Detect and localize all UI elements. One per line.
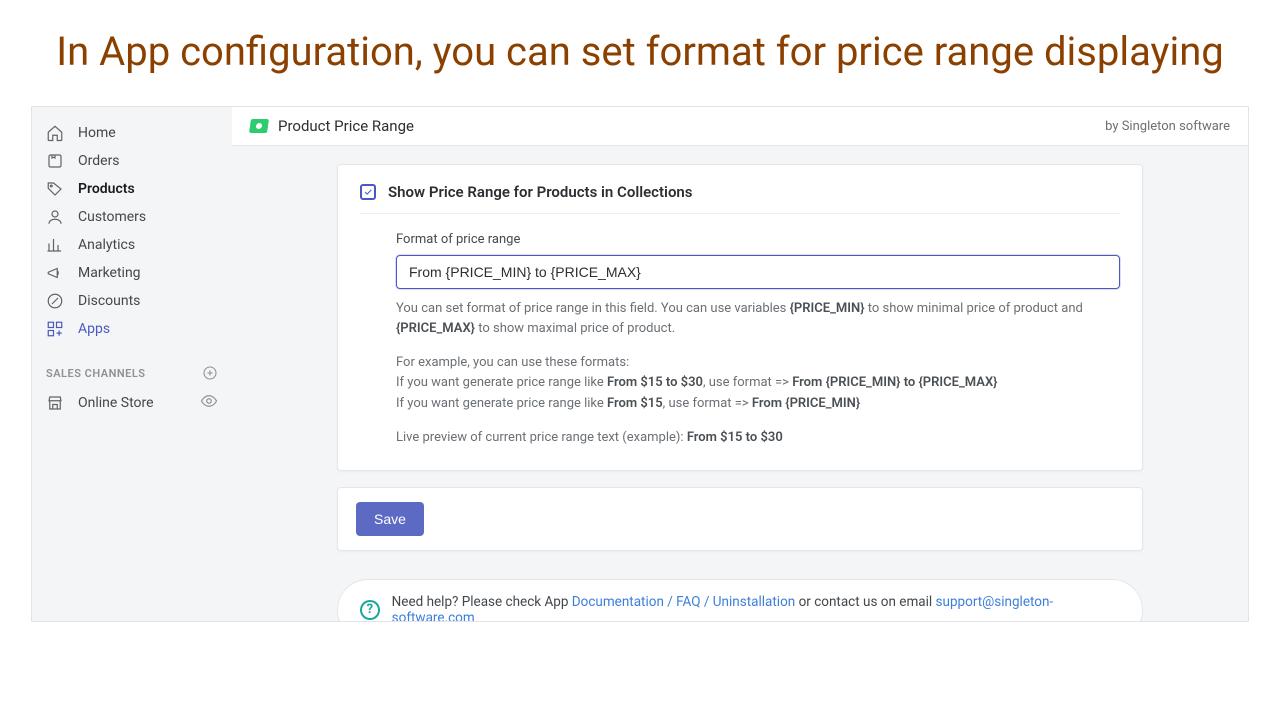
sidebar: Home Orders Products Customers Analytics… [32, 107, 232, 621]
content: Show Price Range for Products in Collect… [232, 146, 1248, 621]
settings-card: Show Price Range for Products in Collect… [337, 164, 1143, 471]
sidebar-item-label: Customers [78, 209, 146, 225]
help-text-fragment: Need help? Please check App [392, 594, 572, 610]
sidebar-item-orders[interactable]: Orders [32, 147, 232, 175]
variable-token: {PRICE_MAX} [396, 321, 475, 336]
sidebar-item-analytics[interactable]: Analytics [32, 231, 232, 259]
sidebar-item-label: Home [78, 125, 116, 141]
variable-token: {PRICE_MIN} [790, 301, 865, 316]
help-text-fragment: , use format => [703, 375, 792, 390]
help-text-fragment: to show maximal price of product. [475, 321, 675, 336]
help-bar: ? Need help? Please check App Documentat… [337, 579, 1143, 621]
help-text-fragment: or contact us on email [795, 594, 935, 610]
apps-icon [46, 320, 64, 338]
sidebar-item-label: Analytics [78, 237, 135, 253]
sidebar-item-label: Products [78, 181, 135, 197]
money-icon [249, 119, 269, 133]
sidebar-item-apps[interactable]: Apps [32, 315, 232, 343]
orders-icon [46, 152, 64, 170]
preview-value: From $15 to $30 [687, 430, 783, 445]
app-window: Home Orders Products Customers Analytics… [31, 106, 1249, 622]
home-icon [46, 124, 64, 142]
topbar: Product Price Range by Singleton softwar… [232, 107, 1248, 146]
sidebar-item-marketing[interactable]: Marketing [32, 259, 232, 287]
example-sample: From $15 [607, 396, 663, 411]
sidebar-item-online-store[interactable]: Online Store [32, 387, 232, 419]
megaphone-icon [46, 264, 64, 282]
format-input[interactable] [396, 255, 1120, 289]
sidebar-item-customers[interactable]: Customers [32, 203, 232, 231]
sales-channels-header: SALES CHANNELS [32, 343, 232, 387]
sidebar-item-label: Apps [78, 321, 110, 337]
add-channel-button[interactable] [202, 365, 218, 381]
page-banner: In App configuration, you can set format… [0, 0, 1280, 96]
tag-icon [46, 180, 64, 198]
show-range-checkbox[interactable] [360, 184, 376, 200]
vendor-label: by Singleton software [1105, 119, 1230, 134]
example-sample: From $15 to $30 [607, 375, 703, 390]
help-text-fragment: , use format => [663, 396, 752, 411]
sidebar-item-discounts[interactable]: Discounts [32, 287, 232, 315]
save-button[interactable]: Save [356, 502, 424, 536]
chart-icon [46, 236, 64, 254]
main: Product Price Range by Singleton softwar… [232, 107, 1248, 621]
example-format: From {PRICE_MIN} [752, 396, 860, 411]
store-icon [46, 394, 64, 412]
sidebar-item-label: Discounts [78, 293, 140, 309]
save-card: Save [337, 487, 1143, 551]
sidebar-item-products[interactable]: Products [32, 175, 232, 203]
user-icon [46, 208, 64, 226]
card-title: Show Price Range for Products in Collect… [388, 183, 693, 201]
app-title: Product Price Range [278, 117, 414, 135]
sidebar-item-label: Orders [78, 153, 120, 169]
help-text-fragment: If you want generate price range like [396, 375, 607, 390]
preview-label: Live preview of current price range text… [396, 430, 687, 445]
field-label: Format of price range [396, 232, 1120, 247]
sidebar-item-label: Online Store [78, 395, 154, 411]
view-icon[interactable] [200, 392, 218, 414]
sidebar-item-label: Marketing [78, 265, 141, 281]
help-text-fragment: If you want generate price range like [396, 396, 607, 411]
help-text: You can set format of price range in thi… [360, 289, 1120, 448]
help-text-fragment: to show minimal price of product and [865, 301, 1083, 316]
example-format: From {PRICE_MIN} to {PRICE_MAX} [792, 375, 997, 390]
sales-channels-label: SALES CHANNELS [46, 367, 146, 380]
sidebar-item-home[interactable]: Home [32, 119, 232, 147]
help-text-fragment: You can set format of price range in thi… [396, 301, 790, 316]
question-icon: ? [360, 600, 380, 620]
help-text-fragment: For example, you can use these formats: [396, 355, 629, 370]
percent-icon [46, 292, 64, 310]
docs-link[interactable]: Documentation / FAQ / Uninstallation [572, 594, 795, 610]
